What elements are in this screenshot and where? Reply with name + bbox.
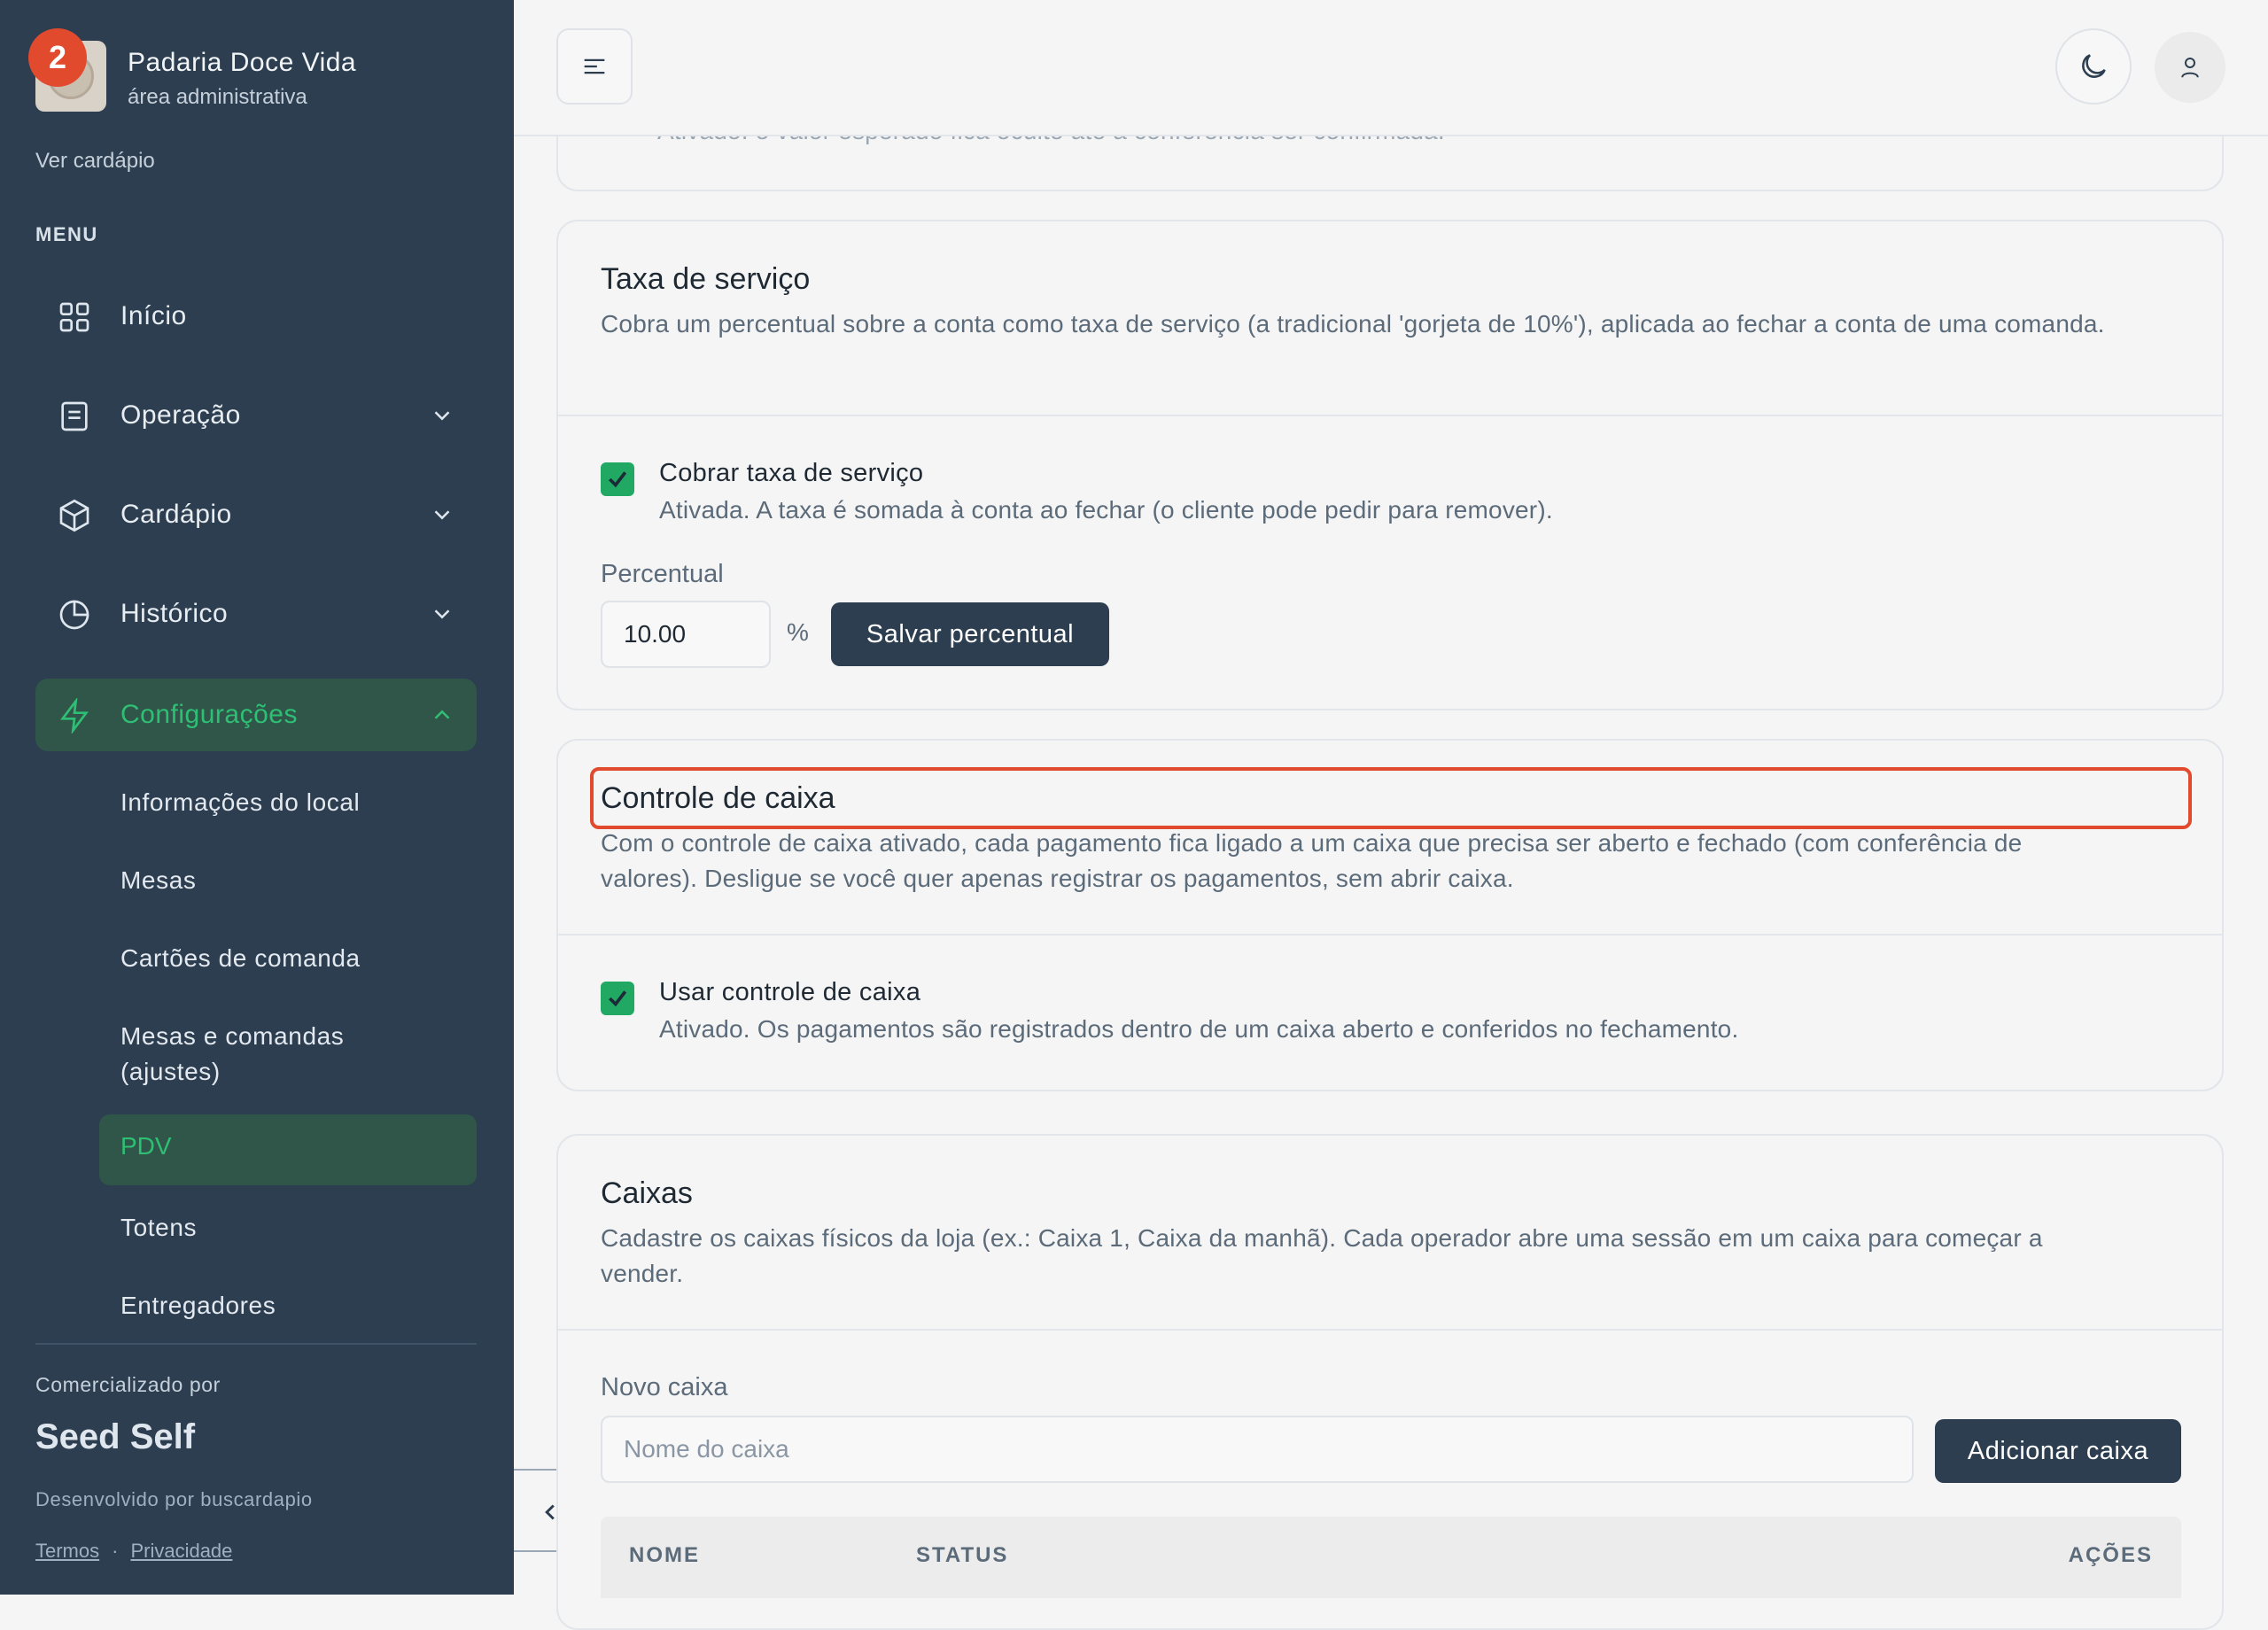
menu-toggle-button[interactable] bbox=[556, 28, 633, 105]
register-name-input[interactable] bbox=[601, 1416, 1914, 1483]
store-subtitle: área administrativa bbox=[128, 85, 307, 109]
cash-control-checkbox-help: Ativado. Os pagamentos são registrados d… bbox=[659, 1015, 1739, 1043]
cash-control-checkbox[interactable] bbox=[601, 982, 634, 1015]
privacy-link[interactable]: Privacidade bbox=[130, 1540, 232, 1562]
nav-item-operacao[interactable]: Operação bbox=[35, 379, 477, 452]
chevron-down-icon bbox=[434, 411, 450, 421]
document-icon bbox=[61, 401, 88, 431]
chevron-down-icon bbox=[434, 510, 450, 520]
theme-toggle-button[interactable] bbox=[2055, 28, 2132, 105]
nav-item-historico[interactable]: Histórico bbox=[35, 578, 477, 650]
add-register-button[interactable]: Adicionar caixa bbox=[1935, 1419, 2181, 1483]
checkmark-icon bbox=[609, 471, 627, 488]
service-fee-title: Taxa de serviço bbox=[601, 262, 811, 296]
settings-item-label: PDV bbox=[120, 1132, 172, 1160]
chevron-down-icon bbox=[434, 609, 450, 619]
top-bar bbox=[514, 0, 2268, 136]
profile-button[interactable] bbox=[2155, 32, 2225, 103]
registers-card: Caixas Cadastre os caixas físicos da loj… bbox=[556, 1134, 2224, 1630]
nav-label: Operação bbox=[120, 400, 241, 430]
service-fee-card: Taxa de serviço Cobra um percentual sobr… bbox=[556, 220, 2224, 710]
registers-description: Cadastre os caixas físicos da loja (ex.:… bbox=[601, 1224, 2043, 1287]
nav-label: Configurações bbox=[120, 700, 298, 729]
sidebar-divider bbox=[35, 1343, 477, 1345]
box-icon bbox=[59, 499, 89, 532]
grid-icon bbox=[59, 302, 89, 332]
nav-item-configuracoes[interactable]: Configurações bbox=[35, 679, 477, 751]
column-header-nome: NOME bbox=[629, 1543, 700, 1567]
notification-badge[interactable]: 2 bbox=[28, 28, 87, 87]
percent-label: Percentual bbox=[601, 560, 724, 588]
percent-input[interactable] bbox=[601, 601, 771, 668]
settings-item-ajustes[interactable]: Mesas e comandas (ajustes) bbox=[120, 1019, 439, 1090]
developed-by: Desenvolvido por buscardapio bbox=[35, 1488, 313, 1510]
column-header-acoes: AÇÕES bbox=[2068, 1543, 2153, 1567]
service-fee-checkbox[interactable] bbox=[601, 462, 634, 496]
menu-heading: MENU bbox=[35, 223, 98, 245]
moon-icon bbox=[2082, 54, 2106, 78]
commercialized-by: Comercializado por bbox=[35, 1373, 221, 1396]
registers-table-header: NOME STATUS AÇÕES bbox=[601, 1517, 2181, 1598]
service-fee-description: Cobra um percentual sobre a conta como t… bbox=[601, 310, 2105, 338]
highlight-box bbox=[590, 767, 2192, 829]
hamburger-icon bbox=[584, 58, 605, 74]
settings-item-totens[interactable]: Totens bbox=[120, 1210, 197, 1246]
settings-item-cartoes[interactable]: Cartões de comanda bbox=[120, 941, 361, 976]
nav-label: Cardápio bbox=[120, 500, 232, 529]
view-menu-link[interactable]: Ver cardápio bbox=[35, 149, 155, 174]
brand[interactable]: 2 Padaria Doce Vida área administrativa bbox=[28, 28, 505, 120]
separator: · bbox=[112, 1540, 119, 1562]
cash-control-description: Com o controle de caixa ativado, cada pa… bbox=[601, 829, 2023, 892]
column-header-status: STATUS bbox=[916, 1543, 1009, 1567]
settings-item-info[interactable]: Informações do local bbox=[120, 785, 360, 820]
terms-link[interactable]: Termos bbox=[35, 1540, 99, 1562]
save-percent-button[interactable]: Salvar percentual bbox=[831, 602, 1109, 666]
legal-links: Termos · Privacidade bbox=[35, 1540, 232, 1563]
chevron-up-icon bbox=[434, 710, 450, 719]
settings-item-pdv[interactable]: PDV bbox=[99, 1114, 477, 1185]
checkmark-icon bbox=[609, 990, 627, 1007]
nav-item-inicio[interactable]: Início bbox=[35, 280, 477, 353]
service-fee-checkbox-help: Ativada. A taxa é somada à conta ao fech… bbox=[659, 496, 1553, 524]
nav-label: Início bbox=[120, 301, 187, 330]
divider bbox=[558, 415, 2222, 416]
settings-item-mesas[interactable]: Mesas bbox=[120, 863, 196, 898]
cash-control-checkbox-label[interactable]: Usar controle de caixa bbox=[659, 978, 920, 1007]
nav-item-cardapio[interactable]: Cardápio bbox=[35, 478, 477, 551]
registers-title: Caixas bbox=[601, 1176, 693, 1210]
divider bbox=[558, 934, 2222, 935]
pie-chart-icon bbox=[59, 600, 89, 630]
user-icon bbox=[2181, 58, 2199, 78]
new-register-label: Novo caixa bbox=[601, 1373, 728, 1401]
store-name: Padaria Doce Vida bbox=[128, 48, 357, 77]
percent-symbol: % bbox=[787, 618, 809, 646]
partner-logo-text: Seed Self bbox=[35, 1417, 196, 1456]
settings-item-entregadores[interactable]: Entregadores bbox=[120, 1288, 276, 1323]
sidebar: 2 Padaria Doce Vida área administrativa … bbox=[0, 0, 514, 1595]
lightning-icon bbox=[60, 698, 89, 734]
service-fee-checkbox-label[interactable]: Cobrar taxa de serviço bbox=[659, 459, 923, 488]
nav-label: Histórico bbox=[120, 599, 229, 628]
divider bbox=[558, 1329, 2222, 1331]
